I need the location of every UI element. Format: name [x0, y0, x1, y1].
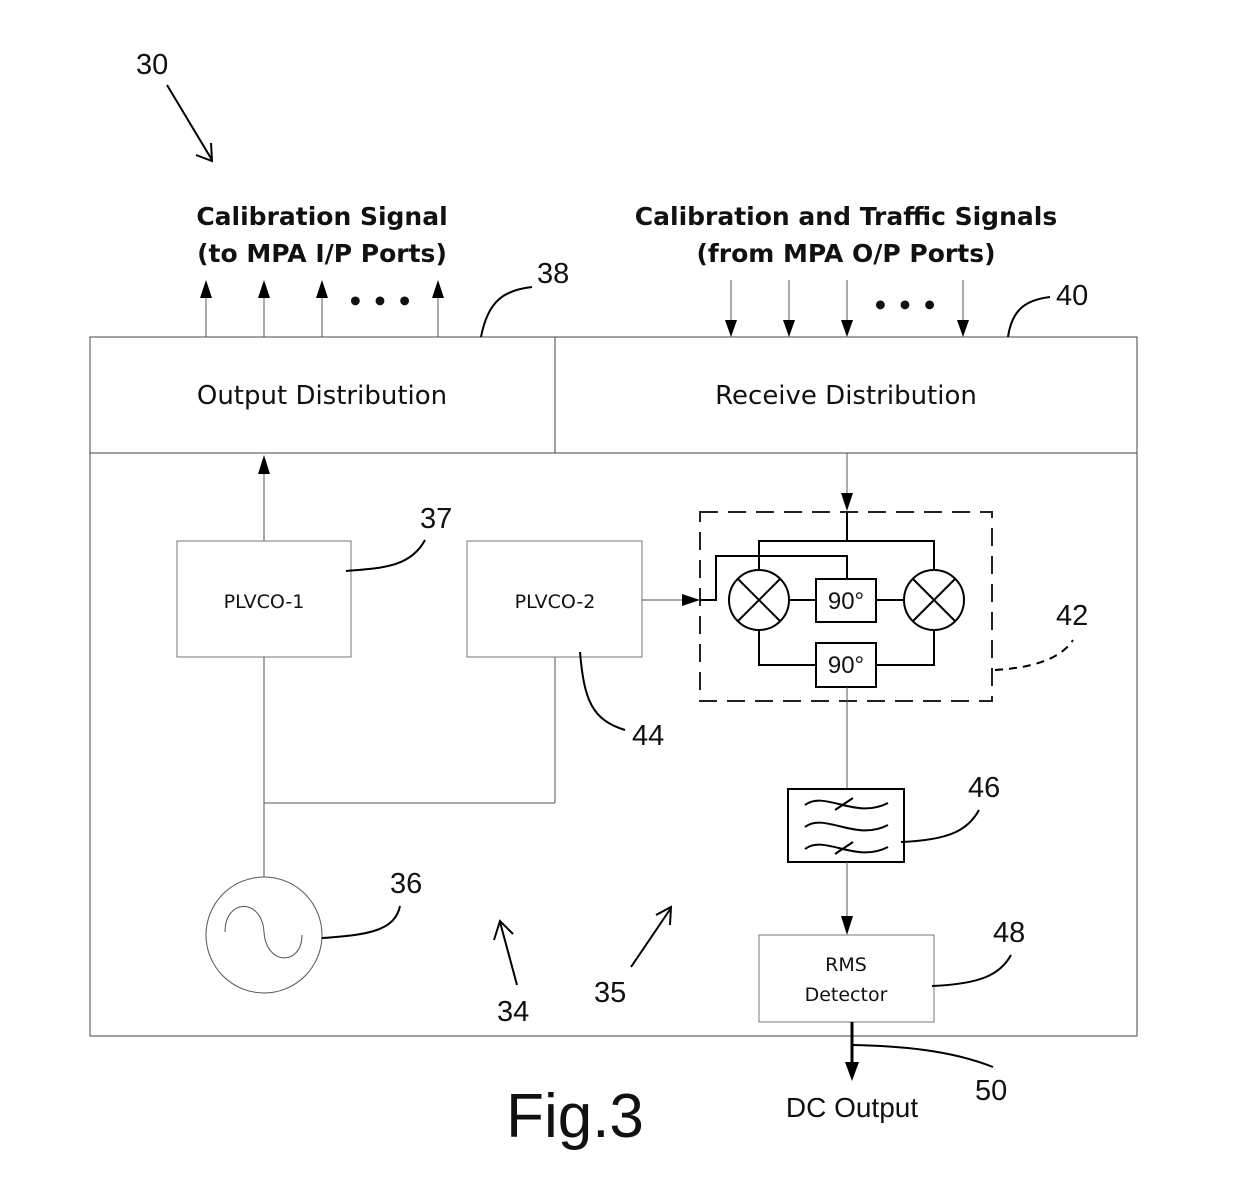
receive-distribution-label: Receive Distribution [715, 381, 977, 411]
rms-detector-ref: 48 [993, 917, 1025, 949]
reference-feed-lines [263, 657, 556, 877]
calibration-system-diagram: 30 Calibration Signal (to MPA I/P Ports)… [89, 49, 1138, 1151]
plvco2-leader [579, 651, 626, 731]
output-distribution-leader [480, 286, 533, 338]
calibration-signal-label: Calibration Signal [196, 202, 447, 231]
section-34-arrow [493, 919, 518, 986]
mixer-network-leader [994, 639, 1074, 671]
plvco1-output-arrowhead [258, 455, 270, 474]
calibration-signal-sublabel: (to MPA I/P Ports) [197, 239, 447, 268]
plvco2-to-mixer-arrowhead [682, 594, 700, 606]
traffic-signals-label: Calibration and Traffic Signals [635, 202, 1057, 231]
rms-detector-label-line1: RMS [825, 954, 867, 976]
oscillator-leader [321, 905, 401, 939]
section-35-ref: 35 [594, 977, 626, 1009]
mixer-network-ref: 42 [1056, 600, 1088, 632]
ellipsis-inputs: • • • [872, 291, 937, 320]
output-distribution-ref: 38 [537, 258, 569, 290]
receive-distribution-leader [1007, 296, 1051, 338]
traffic-signals-sublabel: (from MPA O/P Ports) [696, 239, 995, 268]
filter-leader [900, 809, 980, 843]
receive-to-mixer-arrowhead [841, 493, 853, 511]
dc-output-arrowhead [845, 1062, 859, 1081]
plvco1-leader [345, 539, 426, 572]
section-35-arrow [630, 905, 673, 968]
plvco2-ref: 44 [632, 720, 664, 752]
system-ref-arrow [166, 84, 214, 163]
system-ref-label: 30 [136, 49, 168, 81]
oscillator-ref: 36 [390, 868, 422, 900]
filter-to-detector-arrowhead [841, 916, 853, 935]
dc-output-leader [852, 1044, 994, 1068]
receive-distribution-ref: 40 [1056, 280, 1088, 312]
section-34-ref: 34 [497, 996, 529, 1028]
rms-detector-leader [931, 954, 1012, 987]
phase-shifter-top-label: 90° [828, 588, 864, 615]
dc-output-label: DC Output [786, 1092, 918, 1123]
plvco2-label: PLVCO-2 [515, 591, 596, 613]
rms-detector-block [758, 934, 935, 1023]
plvco1-label: PLVCO-1 [224, 591, 305, 613]
plvco1-ref: 37 [420, 503, 452, 535]
dc-output-ref: 50 [975, 1075, 1007, 1107]
phase-shifter-bottom-label: 90° [828, 652, 864, 679]
figure-caption: Fig.3 [506, 1082, 644, 1151]
ellipsis-outputs: • • • [347, 287, 412, 316]
output-distribution-label: Output Distribution [197, 381, 447, 411]
filter-ref: 46 [968, 772, 1000, 804]
rms-detector-label-line2: Detector [805, 984, 888, 1006]
mixer-left [728, 569, 790, 631]
mixer-right [903, 569, 965, 631]
